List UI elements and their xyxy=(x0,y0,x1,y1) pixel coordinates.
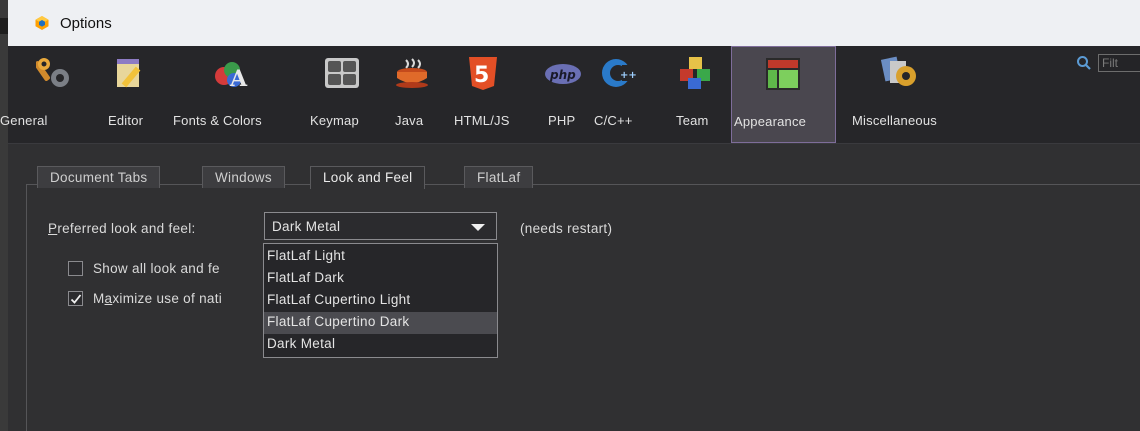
html5-icon: 5 xyxy=(469,57,497,90)
tab-document-tabs[interactable]: Document Tabs xyxy=(37,166,161,188)
category-team[interactable]: Team xyxy=(668,46,728,143)
category-java-label: Java xyxy=(395,113,424,128)
window-title: Options xyxy=(60,14,112,32)
notepad-pencil-icon xyxy=(117,59,141,88)
category-miscellaneous[interactable]: Miscellaneous xyxy=(844,46,954,143)
category-editor[interactable]: Editor xyxy=(102,46,162,143)
category-general-label: General xyxy=(0,113,48,128)
show-all-checkbox[interactable] xyxy=(68,261,83,276)
cpp-icon: ++ xyxy=(602,59,636,87)
svg-text:5: 5 xyxy=(474,63,489,88)
tab-windows[interactable]: Windows xyxy=(202,166,285,188)
maximize-native-checkbox[interactable] xyxy=(68,291,83,306)
svg-text:php: php xyxy=(549,68,576,82)
option-dark-metal[interactable]: Dark Metal xyxy=(264,334,497,356)
category-java[interactable]: Java xyxy=(384,46,444,143)
appearance-layout-icon xyxy=(766,58,800,90)
category-html-js[interactable]: 5 HTML/JS xyxy=(448,46,518,143)
category-miscellaneous-label: Miscellaneous xyxy=(852,113,937,128)
category-fonts-colors-label: Fonts & Colors xyxy=(173,113,262,128)
php-icon: php xyxy=(545,64,581,84)
wrench-gear-icon xyxy=(36,58,69,87)
window-left-edge xyxy=(0,0,8,431)
svg-text:++: ++ xyxy=(620,70,636,81)
checkmark-icon xyxy=(70,293,81,304)
look-and-feel-options-list: FlatLaf Light FlatLaf Dark FlatLaf Cuper… xyxy=(263,243,498,358)
options-cube-icon xyxy=(35,16,49,30)
category-general[interactable]: General xyxy=(0,46,100,143)
team-blocks-icon xyxy=(680,57,710,89)
look-and-feel-dropdown[interactable]: Dark Metal xyxy=(264,212,497,240)
tab-flatlaf[interactable]: FlatLaf xyxy=(464,166,534,188)
preferred-look-and-feel-label: Preferred look and feel: xyxy=(48,221,196,236)
category-php[interactable]: php PHP xyxy=(538,46,588,143)
coffee-cup-icon xyxy=(396,58,428,88)
chevron-down-icon[interactable] xyxy=(471,224,485,231)
category-cpp[interactable]: ++ C/C++ xyxy=(588,46,648,143)
category-cpp-label: C/C++ xyxy=(594,113,633,128)
category-editor-label: Editor xyxy=(108,113,144,128)
category-keymap-label: Keymap xyxy=(310,113,359,128)
option-flatlaf-cupertino-light[interactable]: FlatLaf Cupertino Light xyxy=(264,290,497,312)
option-flatlaf-cupertino-dark[interactable]: FlatLaf Cupertino Dark xyxy=(264,312,497,334)
miscellaneous-icon xyxy=(881,56,916,86)
category-html-js-label: HTML/JS xyxy=(454,113,510,128)
maximize-native-label: Maximize use of nati xyxy=(93,291,223,306)
maximize-native-checkbox-row[interactable]: Maximize use of nati xyxy=(68,291,222,306)
option-flatlaf-dark[interactable]: FlatLaf Dark xyxy=(264,268,497,290)
look-and-feel-selected-value: Dark Metal xyxy=(272,218,341,234)
category-toolbar: General Editor A Fonts & Colors Keymap J… xyxy=(0,46,1140,144)
keyboard-keys-icon xyxy=(325,58,359,88)
category-appearance-label: Appearance xyxy=(734,114,807,129)
svg-text:A: A xyxy=(229,66,248,90)
category-team-label: Team xyxy=(676,113,709,128)
show-all-look-and-feel-checkbox-row[interactable]: Show all look and fe xyxy=(68,261,220,276)
fonts-colors-icon: A xyxy=(215,62,248,90)
tab-look-and-feel[interactable]: Look and Feel xyxy=(310,166,426,189)
category-keymap[interactable]: Keymap xyxy=(308,46,380,143)
search-icon xyxy=(1077,56,1091,70)
category-fonts-colors[interactable]: A Fonts & Colors xyxy=(166,46,306,143)
filter-input[interactable]: Filt xyxy=(1098,54,1140,72)
title-bar: Options xyxy=(8,0,1140,46)
show-all-label: Show all look and fe xyxy=(93,261,220,276)
category-php-label: PHP xyxy=(548,113,576,128)
option-flatlaf-light[interactable]: FlatLaf Light xyxy=(264,246,497,268)
needs-restart-note: (needs restart) xyxy=(520,221,613,236)
category-appearance[interactable]: Appearance xyxy=(731,46,836,143)
